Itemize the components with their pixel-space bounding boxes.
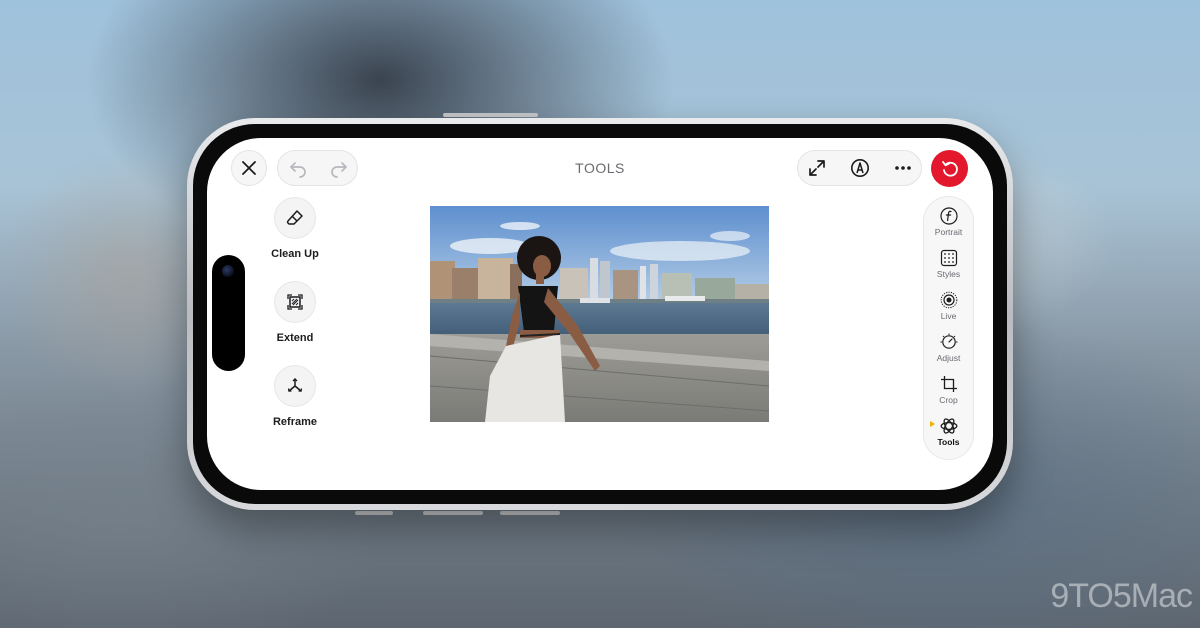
close-icon — [241, 160, 257, 176]
tools-icon — [939, 416, 959, 436]
undo-redo-group — [277, 150, 358, 186]
reframe-icon — [285, 376, 305, 396]
revert-icon — [940, 159, 960, 179]
rail-label-adjust: Adjust — [936, 353, 961, 363]
extend-tool[interactable]: Extend — [245, 281, 345, 344]
phone-side-button — [443, 113, 538, 117]
undo-button[interactable] — [286, 156, 310, 180]
extend-label: Extend — [276, 332, 314, 344]
photo-image — [430, 206, 769, 422]
crop-icon — [939, 374, 959, 394]
redo-button[interactable] — [327, 156, 351, 180]
photo-preview[interactable] — [430, 206, 769, 422]
rail-label-crop: Crop — [939, 395, 958, 405]
rail-label-live: Live — [940, 311, 957, 321]
expand-button[interactable] — [805, 156, 829, 180]
close-button[interactable] — [231, 150, 267, 186]
rail-item-crop[interactable]: Crop — [923, 374, 974, 405]
eraser-icon — [285, 208, 305, 228]
rail-label-tools: Tools — [937, 437, 960, 447]
clean-up-button[interactable] — [274, 197, 316, 239]
more-icon — [893, 158, 913, 178]
phone-action-button — [355, 511, 393, 515]
reframe-tool[interactable]: Reframe — [245, 365, 345, 428]
front-camera — [222, 265, 234, 277]
markup-pen-icon — [850, 158, 870, 178]
rail-item-styles[interactable]: Styles — [923, 248, 974, 279]
rail-item-live[interactable]: Live — [923, 290, 974, 321]
extend-button[interactable] — [274, 281, 316, 323]
expand-icon — [807, 158, 827, 178]
rail-label-styles: Styles — [936, 269, 961, 279]
revert-button[interactable] — [931, 150, 968, 187]
more-button[interactable] — [891, 156, 915, 180]
clean-up-label: Clean Up — [271, 248, 319, 260]
markup-button[interactable] — [848, 156, 872, 180]
rail-label-portrait: Portrait — [934, 227, 963, 237]
phone-volume-down-button — [500, 511, 560, 515]
dynamic-island — [212, 255, 245, 371]
action-group — [797, 150, 922, 186]
page-title: TOOLS — [575, 160, 625, 176]
undo-icon — [288, 158, 308, 178]
watermark-logo: 9TO5Mac — [1050, 577, 1193, 615]
reframe-label: Reframe — [272, 416, 318, 428]
extend-icon — [285, 292, 305, 312]
redo-icon — [329, 158, 349, 178]
live-icon — [939, 290, 959, 310]
rail-item-tools[interactable]: Tools — [923, 416, 974, 447]
clean-up-tool[interactable]: Clean Up — [245, 197, 345, 260]
rail-item-portrait[interactable]: Portrait — [923, 206, 974, 237]
portrait-f-icon — [939, 206, 959, 226]
phone-volume-up-button — [423, 511, 483, 515]
styles-grid-icon — [939, 248, 959, 268]
rail-item-adjust[interactable]: Adjust — [923, 332, 974, 363]
reframe-button[interactable] — [274, 365, 316, 407]
adjust-dial-icon — [939, 332, 959, 352]
